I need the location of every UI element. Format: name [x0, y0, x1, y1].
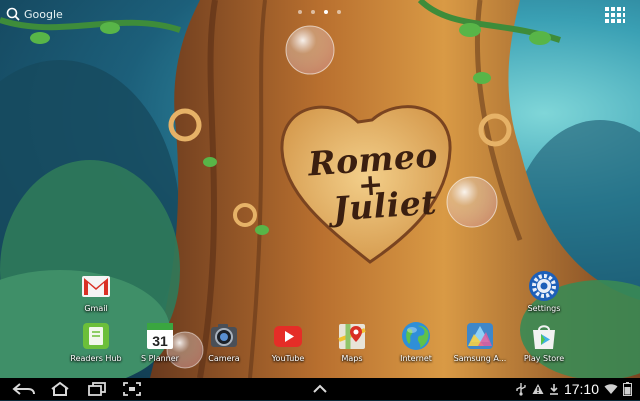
- app-label: S Planner: [141, 354, 179, 363]
- app-youtube[interactable]: YouTube: [258, 320, 318, 363]
- app-camera[interactable]: Camera: [194, 320, 254, 363]
- app-label: Settings: [527, 304, 561, 313]
- screenshot-icon: [123, 382, 141, 396]
- settings-gear-icon: [528, 270, 560, 302]
- app-label: Readers Hub: [70, 354, 122, 363]
- google-search-bar[interactable]: Google: [6, 7, 63, 21]
- globe-icon: [400, 320, 432, 352]
- back-icon: [12, 383, 35, 395]
- maps-icon: [336, 320, 368, 352]
- page-dot-active: [324, 10, 328, 14]
- app-samsung-apps[interactable]: Samsung A...: [450, 320, 510, 363]
- app-gmail[interactable]: Gmail: [66, 270, 126, 313]
- app-label: Internet: [400, 354, 432, 363]
- navigation-bar: 17:10: [0, 378, 640, 400]
- wifi-icon: [604, 384, 618, 394]
- recent-apps-button[interactable]: [86, 381, 108, 397]
- app-label: Samsung A...: [453, 354, 507, 363]
- warning-icon: [532, 384, 544, 394]
- download-icon: [549, 384, 558, 395]
- status-area[interactable]: 17:10: [515, 380, 632, 398]
- samsung-apps-icon: [464, 320, 496, 352]
- battery-icon: [623, 382, 632, 396]
- camera-icon: [208, 320, 240, 352]
- app-label: YouTube: [271, 354, 305, 363]
- calendar-day: 31: [152, 333, 168, 349]
- app-label: Gmail: [84, 304, 108, 313]
- app-play-store[interactable]: Play Store: [514, 320, 574, 363]
- app-readers-hub[interactable]: Readers Hub: [66, 320, 126, 363]
- page-indicator: [298, 10, 341, 14]
- page-dot: [337, 10, 341, 14]
- app-s-planner[interactable]: 31 S Planner: [130, 320, 190, 363]
- search-icon: [6, 7, 20, 21]
- youtube-icon: [272, 320, 304, 352]
- calendar-icon: 31: [144, 320, 176, 352]
- google-search-label: Google: [24, 7, 63, 21]
- back-button[interactable]: [10, 381, 38, 397]
- home-button[interactable]: [48, 381, 72, 397]
- readers-hub-icon: [80, 320, 112, 352]
- gmail-icon: [80, 270, 112, 302]
- app-internet[interactable]: Internet: [386, 320, 446, 363]
- recent-apps-icon: [88, 382, 106, 396]
- page-dot: [298, 10, 302, 14]
- chevron-up-icon: [313, 384, 327, 393]
- app-label: Maps: [341, 354, 363, 363]
- screenshot-button[interactable]: [122, 381, 142, 397]
- app-drawer-button[interactable]: [604, 6, 626, 28]
- app-label: Camera: [208, 354, 240, 363]
- usb-icon: [516, 383, 526, 396]
- clock: 17:10: [563, 381, 599, 397]
- page-dot: [311, 10, 315, 14]
- app-label: Play Store: [523, 354, 565, 363]
- up-arrow-button[interactable]: [310, 381, 330, 397]
- play-store-icon: [528, 320, 560, 352]
- home-icon: [51, 381, 69, 396]
- app-drawer-icon: [605, 7, 625, 23]
- app-settings[interactable]: Settings: [514, 270, 574, 313]
- app-maps[interactable]: Maps: [322, 320, 382, 363]
